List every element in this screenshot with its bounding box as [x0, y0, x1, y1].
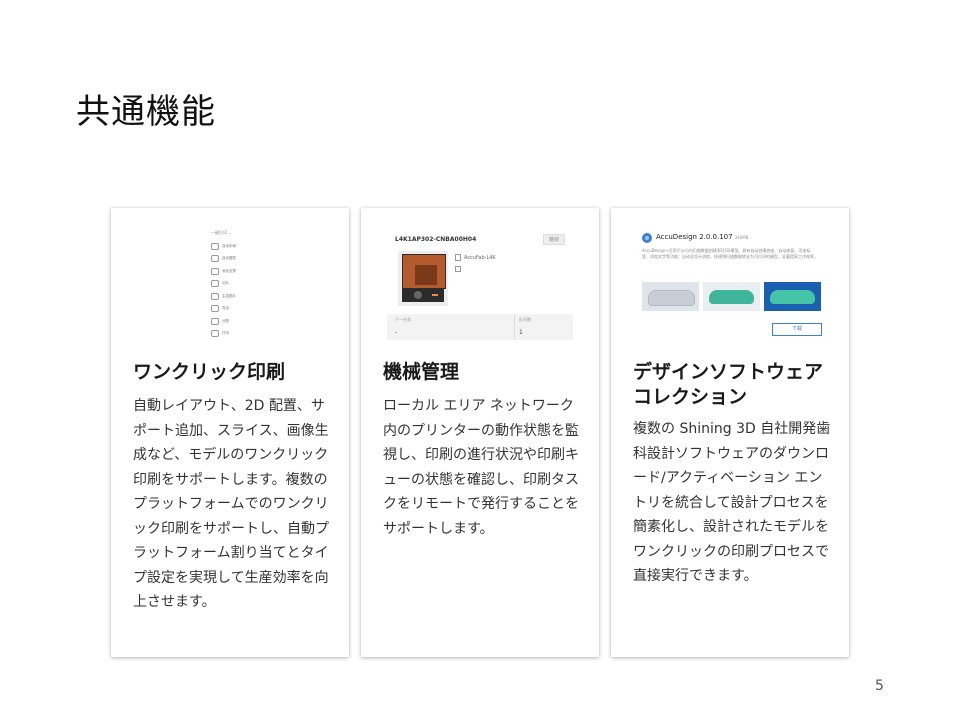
stat-label: 下一任务: [395, 317, 411, 322]
menu-item-label: 打印: [222, 331, 229, 336]
menu-item-label: 切片: [222, 281, 229, 286]
card-design-software-collection: AccuDesign 2.0.0.107 340MB AccuDesign+可用于…: [611, 208, 849, 657]
dental-arch: [648, 290, 695, 306]
app-size: 340MB: [734, 235, 749, 240]
printer-image: [398, 251, 448, 306]
device-serial: L4K1AP302-CNBA00H04: [395, 236, 477, 243]
dental-model-image: [764, 282, 821, 311]
accudesign-logo-icon: [642, 233, 652, 243]
chevron-icon: [211, 317, 219, 325]
card-body: 複数の Shining 3D 自社開発歯科設計ソフトウェアのダウンロード/アクテ…: [633, 421, 831, 584]
menu-item: 自动布局: [211, 240, 257, 253]
menu-item-label: 自动布局: [222, 243, 236, 248]
stat-value: -: [395, 329, 398, 336]
dental-model-image: [642, 282, 699, 311]
lock-icon: [455, 266, 461, 272]
printer-knob: [414, 291, 422, 299]
export-icon: [211, 305, 219, 313]
menu-item: 导出: [211, 303, 257, 316]
menu-item-label: 添加支撑: [222, 268, 236, 273]
one-click-print-menu-screenshot: 一键打印 ⌄ 自动布局 自动摆放 添加支撑 切片 生成图片 导出 分配 打印: [211, 230, 257, 344]
menu-item: 自动摆放: [211, 253, 257, 266]
device-model: AccuFab-L4K: [455, 254, 496, 261]
menu-item: 添加支撑: [211, 265, 257, 278]
printer-hood: [402, 254, 446, 289]
menu-item-label: 生成图片: [222, 293, 236, 298]
download-button[interactable]: 下载: [772, 323, 822, 336]
dental-arch: [770, 290, 815, 304]
card-title: 機械管理: [383, 361, 460, 383]
menu-item-label: 分配: [222, 318, 229, 323]
cloud-icon: [211, 292, 219, 300]
card-machine-management: L4K1AP302-CNBA00H04 離線 AccuFab-L4K 下一任务 …: [361, 208, 599, 657]
app-name: AccuDesign 2.0.0.107: [656, 233, 733, 241]
menu-item: 切片: [211, 278, 257, 291]
page-number: 5: [875, 678, 884, 694]
menu-header: 一键打印 ⌄: [211, 230, 232, 235]
status-badge: 離線: [543, 234, 566, 245]
printer-icon: [455, 254, 461, 261]
grid-icon: [211, 255, 219, 263]
device-stats: 下一任务 - 队列数 1: [387, 314, 573, 340]
menu-item: 打印: [211, 328, 257, 341]
menu-item-label: 导出: [222, 306, 229, 311]
menu-item: 生成图片: [211, 290, 257, 303]
support-icon: [211, 267, 219, 275]
dental-model-image: [703, 282, 760, 311]
printer-indicator: [432, 294, 438, 296]
menu-item: 分配: [211, 315, 257, 328]
card-title: デザインソフトウェアコレクション: [633, 361, 824, 408]
software-panel-screenshot: AccuDesign 2.0.0.107 340MB AccuDesign+可用于…: [640, 230, 822, 340]
card-body: 自動レイアウト、2D 配置、サポート追加、スライス、画像生成など、モデルのワンク…: [133, 398, 329, 610]
stat-next-task: 下一任务 -: [395, 314, 505, 340]
stat-label: 队列数: [519, 317, 531, 322]
menu-item-label: 自动摆放: [222, 256, 236, 261]
card-title: ワンクリック印刷: [133, 361, 286, 383]
print-icon: [211, 330, 219, 338]
stat-queue: 队列数 1: [514, 314, 569, 340]
circle-icon: [211, 242, 219, 250]
dental-arch: [709, 290, 754, 304]
printer-base: [402, 288, 444, 302]
app-title: AccuDesign 2.0.0.107 340MB: [656, 233, 748, 241]
slice-icon: [211, 280, 219, 288]
slide-title: 共通機能: [76, 92, 216, 132]
device-model-label: AccuFab-L4K: [464, 254, 496, 261]
app-description: AccuDesign+可用于从口内扫描数据创建3D打印模型。具有自动创建底座、自…: [642, 248, 818, 259]
card-one-click-print: 一键打印 ⌄ 自动布局 自动摆放 添加支撑 切片 生成图片 导出 分配 打印 ワ…: [111, 208, 349, 657]
stat-value: 1: [519, 329, 523, 336]
device-panel-screenshot: L4K1AP302-CNBA00H04 離線 AccuFab-L4K 下一任务 …: [387, 232, 573, 340]
printer-window: [415, 265, 437, 285]
card-body: ローカル エリア ネットワーク内のプリンターの動作状態を監視し、印刷の進行状況や…: [383, 398, 579, 537]
